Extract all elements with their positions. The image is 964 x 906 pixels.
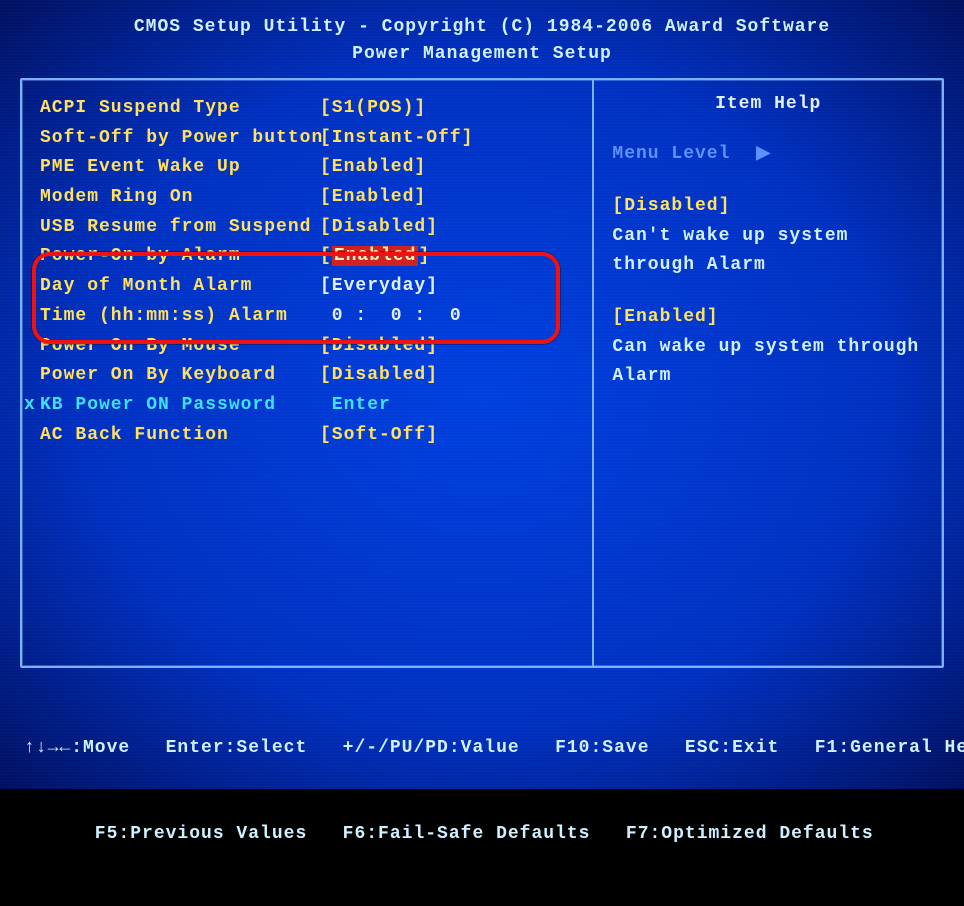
footer-line-1: ↑↓→←:Move Enter:Select +/-/PU/PD:Value F… [24,734,940,763]
item-time-alarm[interactable]: Time (hh:mm:ss) Alarm 0 : 0 : 0 [40,302,582,332]
item-value: [Enabled] [320,183,426,213]
item-value: [S1(POS)] [320,94,426,124]
help-block-desc: Can't wake up system through Alarm [612,222,924,281]
item-usb-resume-from-suspend[interactable]: USB Resume from Suspend [Disabled] [40,213,582,243]
item-power-on-by-alarm[interactable]: Power-On by Alarm [Enabled] [40,242,582,272]
item-value: 0 : 0 : 0 [320,302,462,332]
item-soft-off-by-power-button[interactable]: Soft-Off by Power button [Instant-Off] [40,124,582,154]
footer-line-2: F5:Previous Values F6:Fail-Safe Defaults… [24,820,940,849]
item-value: [Enabled] [320,153,426,183]
main-panel: ACPI Suspend Type [S1(POS)] Soft-Off by … [20,78,944,668]
help-level-label: Menu Level [612,144,730,164]
item-label: x KB Power ON Password [40,391,320,421]
settings-list: ACPI Suspend Type [S1(POS)] Soft-Off by … [22,80,592,666]
item-value: [Disabled] [320,213,438,243]
bios-screen: CMOS Setup Utility - Copyright (C) 1984-… [0,0,964,789]
item-modem-ring-on[interactable]: Modem Ring On [Enabled] [40,183,582,213]
help-panel: Item Help Menu Level ▶ [Disabled] Can't … [592,80,942,666]
item-kb-power-on-password: x KB Power ON Password Enter [40,391,582,421]
item-label: Day of Month Alarm [40,272,320,302]
item-value: [Enabled] [320,242,430,272]
item-power-on-by-mouse[interactable]: Power On By Mouse [Disabled] [40,332,582,362]
item-value: [Disabled] [320,361,438,391]
help-menu-level: Menu Level ▶ [612,142,924,192]
help-block-desc: Can wake up system through Alarm [612,333,924,392]
item-day-of-month-alarm[interactable]: Day of Month Alarm [Everyday] [40,272,582,302]
help-block-disabled: [Disabled] Can't wake up system through … [612,192,924,281]
item-value: Enter [320,391,391,421]
item-pme-event-wake-up[interactable]: PME Event Wake Up [Enabled] [40,153,582,183]
item-label: ACPI Suspend Type [40,94,320,124]
item-power-on-by-keyboard[interactable]: Power On By Keyboard [Disabled] [40,361,582,391]
item-value: [Disabled] [320,332,438,362]
help-title: Item Help [612,94,924,142]
item-label: Time (hh:mm:ss) Alarm [40,302,320,332]
help-block-title: [Enabled] [612,303,924,333]
item-value: [Soft-Off] [320,421,438,451]
item-value: [Instant-Off] [320,124,473,154]
help-block-title: [Disabled] [612,192,924,222]
item-value: [Everyday] [320,272,438,302]
item-label: Soft-Off by Power button [40,124,320,154]
header: CMOS Setup Utility - Copyright (C) 1984-… [20,10,944,78]
header-copyright: CMOS Setup Utility - Copyright (C) 1984-… [20,14,944,41]
item-label: AC Back Function [40,421,320,451]
item-label: PME Event Wake Up [40,153,320,183]
header-page-title: Power Management Setup [20,41,944,68]
item-ac-back-function[interactable]: AC Back Function [Soft-Off] [40,421,582,451]
help-block-enabled: [Enabled] Can wake up system through Ala… [612,303,924,392]
item-label: Power-On by Alarm [40,242,320,272]
disabled-marker-icon: x [24,391,40,421]
item-label: Power On By Mouse [40,332,320,362]
item-label: Power On By Keyboard [40,361,320,391]
chevron-right-icon: ▶ [756,144,766,164]
item-acpi-suspend-type[interactable]: ACPI Suspend Type [S1(POS)] [40,94,582,124]
item-label: Modem Ring On [40,183,320,213]
item-label: USB Resume from Suspend [40,213,320,243]
footer-hints: ↑↓→←:Move Enter:Select +/-/PU/PD:Value F… [20,668,944,906]
